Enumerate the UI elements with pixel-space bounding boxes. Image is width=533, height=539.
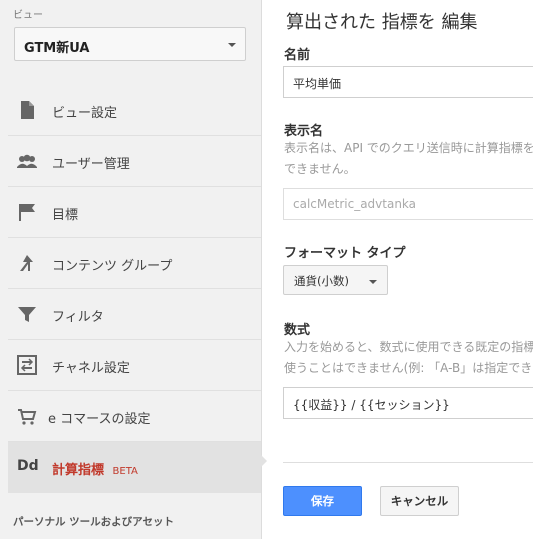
divider <box>283 462 533 463</box>
document-icon <box>21 101 34 119</box>
display-name-input: calcMetric_advtanka <box>283 188 533 220</box>
sidebar-item-view-settings[interactable]: ビュー設定 <box>8 85 261 136</box>
sidebar-item-label: 計算指標 <box>52 463 105 478</box>
main-panel: 算出された 指標を 編集 名前 平均単価 表示名 表示名は、API でのクエリ送… <box>262 0 533 539</box>
content-group-icon <box>20 255 33 271</box>
page-title: 算出された 指標を 編集 <box>286 12 478 33</box>
sidebar-nav: ビュー設定 ユーザー管理 目標 コンテンツ グループ フィルタ チャネル設定 e… <box>0 85 261 493</box>
sidebar-item-label: フィルタ <box>52 310 104 325</box>
channel-settings-icon <box>17 355 37 375</box>
sidebar-item-label: ユーザー管理 <box>52 157 130 172</box>
view-select-value: GTM新UA <box>24 41 90 56</box>
sidebar-item-user-management[interactable]: ユーザー管理 <box>8 136 261 187</box>
chevron-down-icon <box>228 43 236 47</box>
save-button[interactable]: 保存 <box>283 486 362 516</box>
sidebar-item-goals[interactable]: 目標 <box>8 187 261 238</box>
display-name-help-line-2: できません。 <box>284 162 356 176</box>
view-label: ビュー <box>13 10 43 21</box>
sidebar-item-channel-settings[interactable]: チャネル設定 <box>8 340 261 391</box>
name-label: 名前 <box>284 48 311 63</box>
sidebar-item-label: チャネル設定 <box>52 361 130 376</box>
format-type-label: フォーマット タイプ <box>284 246 406 261</box>
sidebar-item-label: e コマースの設定 <box>48 412 151 427</box>
sidebar-item-label: 目標 <box>52 208 79 223</box>
sidebar-item-filters[interactable]: フィルタ <box>8 289 261 340</box>
chevron-down-icon <box>369 280 377 284</box>
formula-input[interactable]: {{収益}} / {{セッション}} <box>283 387 533 419</box>
dd-icon: Dd <box>17 458 39 474</box>
filter-icon <box>18 307 36 322</box>
name-input[interactable]: 平均単価 <box>283 66 533 98</box>
sidebar-item-label-wrap: 計算指標 BETA <box>52 459 138 478</box>
sidebar-item-calculated-metrics[interactable]: Dd 計算指標 BETA <box>8 442 261 493</box>
users-icon <box>17 154 37 168</box>
sidebar-item-ecommerce-settings[interactable]: e コマースの設定 <box>8 391 261 442</box>
sidebar: ビュー GTM新UA ビュー設定 ユーザー管理 目標 コンテンツ グループ フィ… <box>0 0 262 539</box>
display-name-label: 表示名 <box>284 124 324 139</box>
view-select[interactable]: GTM新UA <box>14 27 246 61</box>
cart-icon <box>18 409 37 425</box>
formula-help-line-1: 入力を始めると、数式に使用できる既定の指標が表示 <box>284 340 533 354</box>
format-type-select[interactable]: 通貨(小数) <box>283 265 388 295</box>
flag-icon <box>19 204 35 221</box>
formula-help-line-2: 使うことはできません(例: 「A-B」は指定できません <box>284 361 533 375</box>
personal-tools-heading: パーソナル ツールおよびアセット <box>13 516 174 528</box>
sidebar-item-label: コンテンツ グループ <box>52 259 173 274</box>
format-type-value: 通貨(小数) <box>294 274 349 288</box>
beta-badge: BETA <box>112 466 138 477</box>
sidebar-item-label: ビュー設定 <box>52 106 118 121</box>
display-name-help-line-1: 表示名は、API でのクエリ送信時に計算指標を参照 <box>284 141 533 155</box>
formula-label: 数式 <box>284 323 311 338</box>
sidebar-item-content-groups[interactable]: コンテンツ グループ <box>8 238 261 289</box>
cancel-button[interactable]: キャンセル <box>380 486 459 516</box>
